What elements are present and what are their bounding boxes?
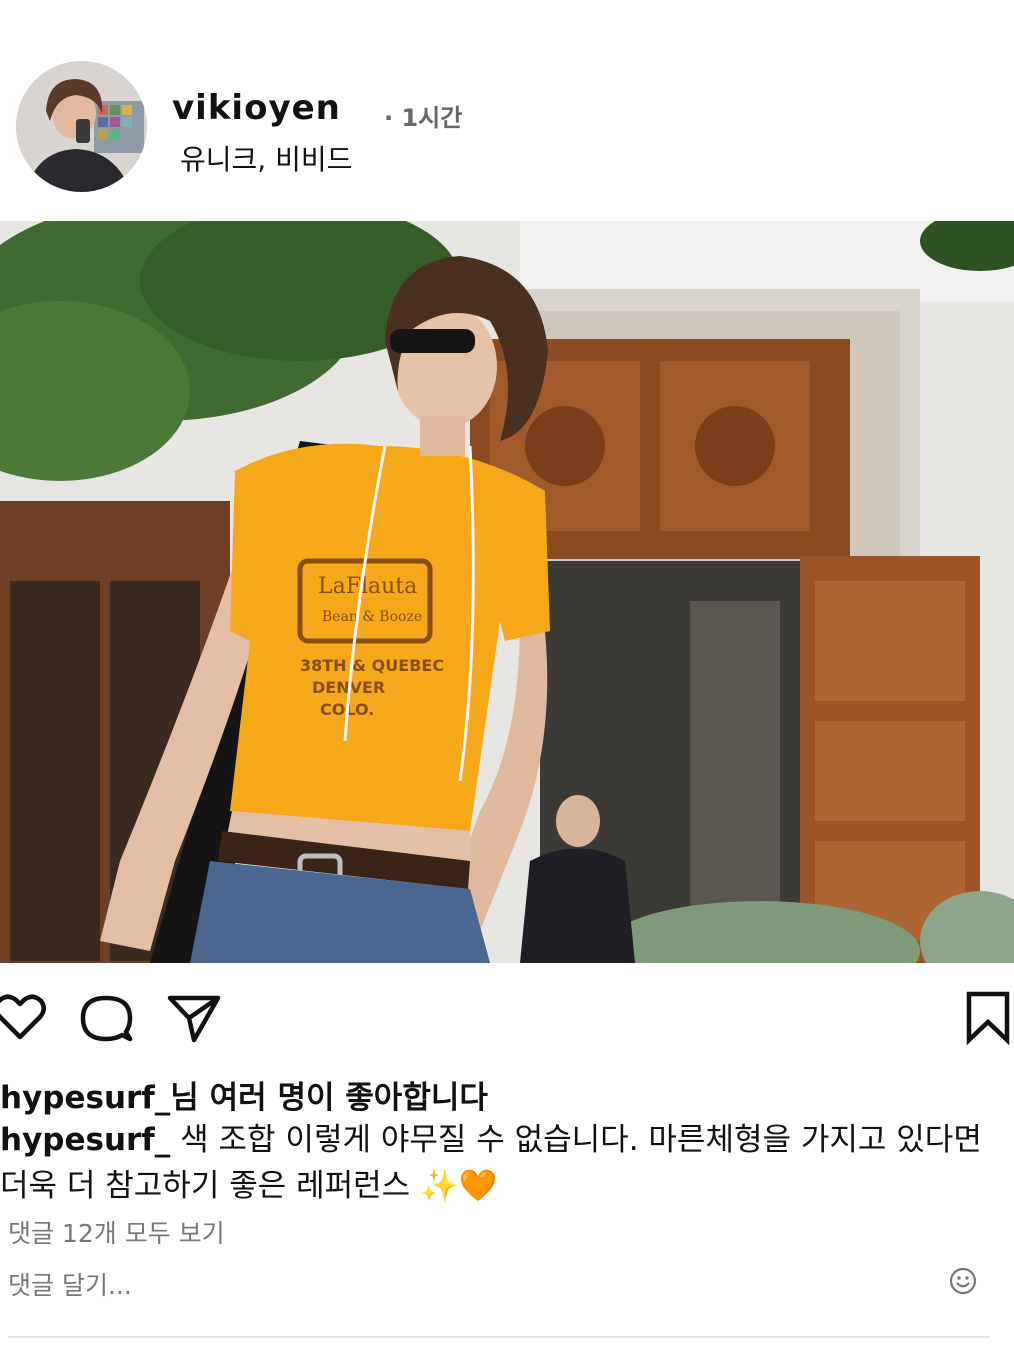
heart-icon <box>0 994 46 1040</box>
bookmark-icon <box>966 991 1010 1046</box>
post-photo[interactable]: LaFlauta Bean & Booze 38TH & QUEBEC DENV… <box>0 221 1014 963</box>
tshirt-print-line1: 38TH & QUEBEC <box>300 656 444 675</box>
post-time: · 1시간 <box>384 104 463 132</box>
view-all-comments-link[interactable]: 댓글 12개 모두 보기 <box>8 1214 225 1250</box>
tshirt-print-title: LaFlauta <box>318 574 417 599</box>
instagram-post: vikioyen · 1시간 유니크, 비비드 LaFlauta Bean & … <box>0 0 1014 1350</box>
post-header: vikioyen · 1시간 유니크, 비비드 <box>0 0 1014 220</box>
likes-text: 님 여러 명이 좋아합니다 <box>170 1080 488 1116</box>
username[interactable]: vikioyen <box>172 88 341 128</box>
caption-username[interactable]: hypesurf_ <box>0 1122 170 1158</box>
share-button[interactable] <box>166 990 222 1046</box>
post-location[interactable]: 유니크, 비비드 <box>180 138 352 178</box>
likes-user[interactable]: hypesurf_ <box>0 1080 170 1116</box>
save-button[interactable] <box>960 990 1014 1046</box>
smiley-icon <box>949 1267 977 1295</box>
avatar[interactable] <box>16 61 147 192</box>
like-button[interactable] <box>0 990 48 1046</box>
photo-icon: LaFlauta Bean & Booze 38TH & QUEBEC DENV… <box>0 221 1014 963</box>
caption: hypesurf_ 색 조합 이렇게 야무질 수 없습니다. 마른체형을 가지고… <box>0 1117 1010 1209</box>
emoji-button[interactable] <box>948 1266 978 1296</box>
send-icon <box>167 995 221 1043</box>
comment-button[interactable] <box>78 990 134 1046</box>
add-comment-input[interactable]: 댓글 달기... <box>8 1266 132 1302</box>
likes-summary[interactable]: hypesurf_님 여러 명이 좋아합니다 <box>0 1072 488 1117</box>
avatar-image <box>16 61 147 192</box>
tshirt-print-subtitle: Bean & Booze <box>322 609 422 625</box>
divider <box>8 1336 990 1338</box>
post-actions <box>0 990 1014 1050</box>
comment-icon <box>80 995 133 1042</box>
